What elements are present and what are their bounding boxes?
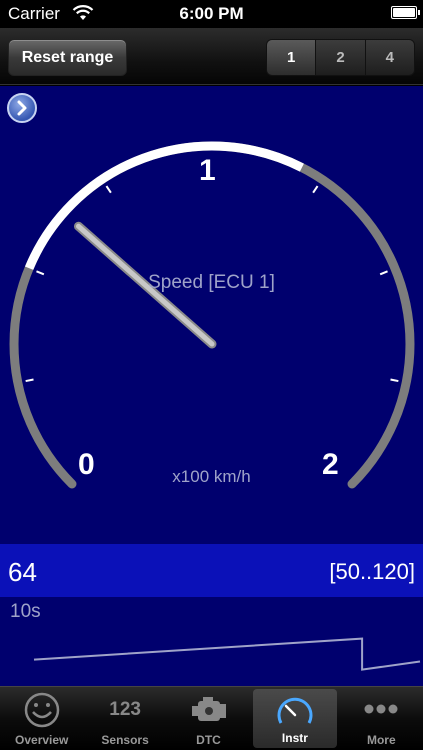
history-series-line	[33, 637, 421, 671]
gauge-icon	[277, 697, 313, 724]
tab-more[interactable]: More	[340, 687, 423, 750]
tab-label: Instr	[281, 731, 308, 745]
value-readout: 64 [50..120]	[0, 544, 423, 597]
tab-label: Overview	[15, 733, 69, 747]
segment-1[interactable]: 1	[267, 40, 316, 75]
gauge-tick	[390, 378, 399, 383]
engine-icon	[191, 697, 226, 721]
gauge-unit: x100 km/h	[172, 467, 251, 486]
toolbar: Reset range 1 2 4	[0, 28, 423, 85]
history-span-label: 10s	[10, 601, 41, 622]
scale-label-1: 1	[199, 154, 216, 187]
tab-label: DTC	[196, 733, 221, 747]
gauge-tick	[25, 378, 34, 383]
gauge-panel: Speed [ECU 1] x100 km/h 0 1 2	[0, 86, 423, 544]
clock: 6:00 PM	[179, 4, 244, 23]
history-graph: 10s	[0, 597, 423, 686]
gauge-tick	[105, 185, 112, 194]
gauge-tick	[312, 185, 319, 194]
tab-dtc[interactable]: DTC	[167, 687, 250, 750]
segment-4[interactable]: 4	[364, 40, 414, 75]
smiley-icon	[24, 692, 59, 728]
status-bar: Carrier 6:00 PM	[0, 0, 423, 28]
tab-label: More	[366, 733, 396, 747]
range-value: [50..120]	[329, 559, 415, 584]
sensors-123-icon: 123	[109, 699, 141, 720]
tab-overview[interactable]: Overview	[0, 687, 83, 750]
reset-range-button[interactable]: Reset range	[8, 39, 127, 76]
gauge-title: Speed [ECU 1]	[148, 272, 275, 293]
tab-sensors[interactable]: 123 Sensors	[83, 687, 166, 750]
tab-instr[interactable]: Instr	[253, 689, 337, 748]
battery-icon	[391, 6, 420, 19]
tab-label: Sensors	[101, 733, 149, 747]
info-chevron-icon[interactable]	[7, 93, 37, 123]
segment-2[interactable]: 2	[315, 40, 365, 75]
gauge-count-segmented-control: 1 2 4	[266, 39, 415, 76]
history-chart	[33, 637, 421, 671]
tab-bar: Overview 123 Sensors DTC Instr More	[0, 686, 423, 750]
current-value: 64	[8, 557, 37, 587]
gauge-range-arc	[24, 141, 304, 270]
more-dots-icon	[364, 704, 398, 714]
scale-label-0: 0	[78, 448, 95, 481]
scale-label-2: 2	[322, 448, 339, 481]
